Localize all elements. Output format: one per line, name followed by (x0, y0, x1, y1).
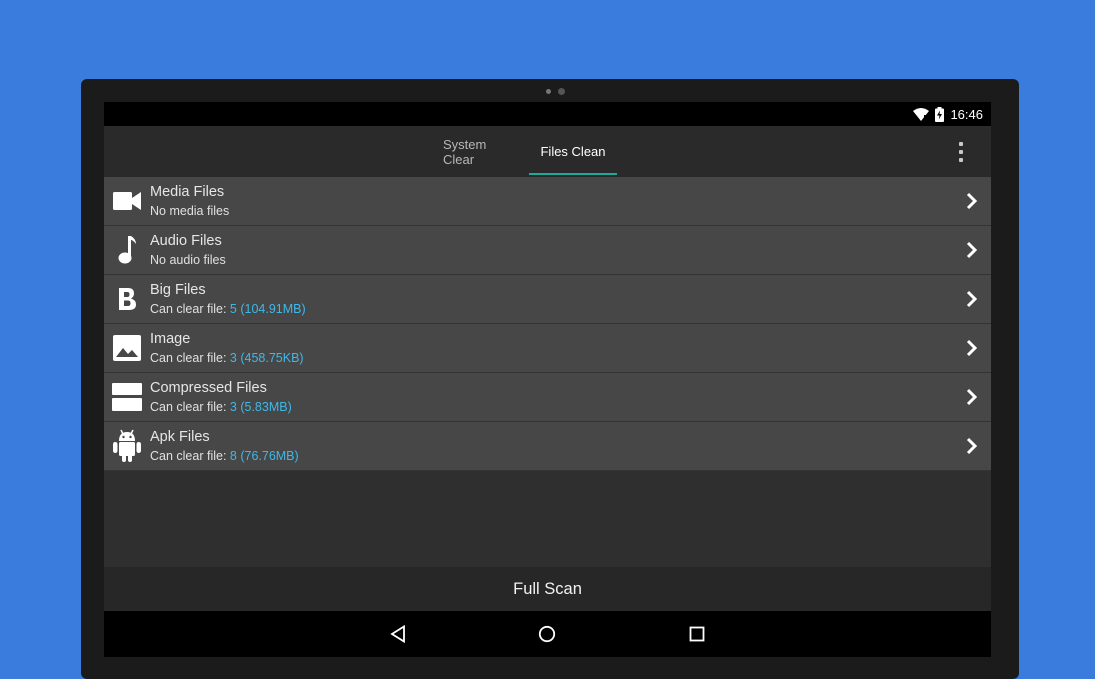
recents-icon[interactable] (686, 623, 708, 645)
tab-bar: System Clear Files Clean (434, 126, 617, 177)
camera-dots (546, 88, 565, 95)
file-category-list: Media Files No media files Audio Files N… (104, 177, 991, 471)
wifi-icon (913, 107, 930, 121)
home-icon[interactable] (536, 623, 558, 645)
chevron-right-icon (965, 191, 979, 211)
archive-icon (112, 381, 142, 413)
tab-system-clear[interactable]: System Clear (434, 126, 529, 177)
item-title: Audio Files (150, 233, 222, 249)
back-icon[interactable] (387, 623, 409, 645)
music-note-icon (112, 234, 142, 266)
item-title: Big Files (150, 282, 206, 298)
chevron-right-icon (965, 289, 979, 309)
item-subtitle: Can clear file: 3 (5.83MB) (150, 400, 292, 414)
chevron-right-icon (965, 240, 979, 260)
item-subtitle: Can clear file: 8 (76.76MB) (150, 449, 299, 463)
navigation-bar (104, 611, 991, 657)
list-item-big-files[interactable]: Big Files Can clear file: 5 (104.91MB) (104, 275, 991, 324)
item-subtitle: Can clear file: 3 (458.75KB) (150, 351, 304, 365)
chevron-right-icon (965, 387, 979, 407)
item-title: Image (150, 331, 191, 347)
video-camera-icon (112, 185, 142, 217)
list-item-compressed-files[interactable]: Compressed Files Can clear file: 3 (5.83… (104, 373, 991, 422)
android-icon (112, 429, 142, 462)
list-item-apk-files[interactable]: Apk Files Can clear file: 8 (76.76MB) (104, 422, 991, 471)
image-icon (112, 332, 142, 364)
more-vert-icon[interactable] (953, 142, 969, 162)
list-item-audio-files[interactable]: Audio Files No audio files (104, 226, 991, 275)
item-title: Media Files (150, 184, 225, 200)
status-bar: 16:46 (104, 102, 991, 126)
list-item-image[interactable]: Image Can clear file: 3 (458.75KB) (104, 324, 991, 373)
chevron-right-icon (965, 436, 979, 456)
tablet-frame: 16:46 System Clear Files Clean Media Fil… (81, 79, 1019, 679)
item-title: Apk Files (150, 429, 210, 445)
item-subtitle: No media files (150, 204, 230, 218)
item-subtitle: No audio files (150, 253, 226, 267)
full-scan-button[interactable]: Full Scan (104, 567, 991, 611)
list-item-media-files[interactable]: Media Files No media files (104, 177, 991, 226)
item-title: Compressed Files (150, 380, 267, 396)
tab-files-clean[interactable]: Files Clean (529, 126, 617, 177)
item-subtitle: Can clear file: 5 (104.91MB) (150, 302, 306, 316)
battery-charging-icon (935, 106, 945, 122)
chevron-right-icon (965, 338, 979, 358)
big-b-icon (112, 283, 142, 315)
status-time: 16:46 (950, 106, 983, 122)
app-bar: System Clear Files Clean (104, 126, 991, 177)
screen: 16:46 System Clear Files Clean Media Fil… (104, 102, 991, 657)
